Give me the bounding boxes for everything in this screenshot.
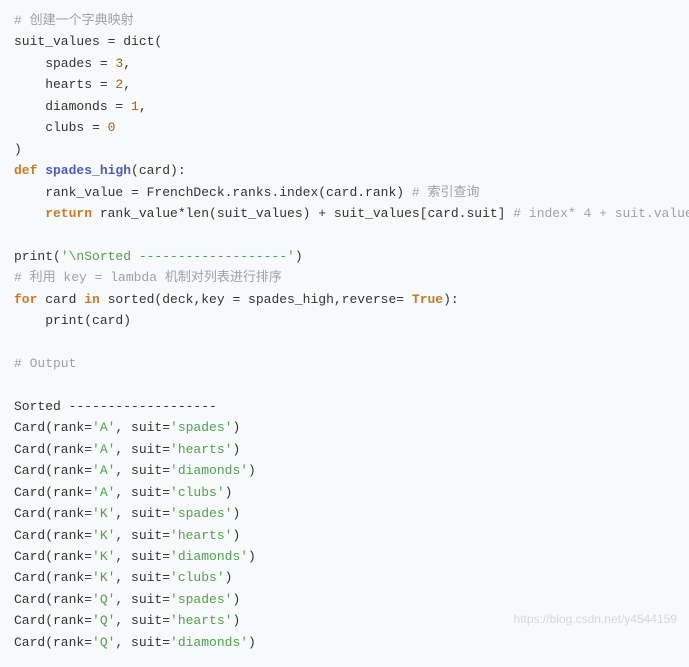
code-block: # 创建一个字典映射 suit_values = dict( spades = … — [0, 0, 689, 640]
output-card-line: Card(rank='Q', suit='hearts') — [14, 613, 240, 628]
function-name: spades_high — [37, 163, 131, 178]
code-line: print(card) — [14, 313, 131, 328]
output-cards: Card(rank='A', suit='spades') Card(rank=… — [14, 420, 256, 649]
string: '\nSorted -------------------' — [61, 249, 295, 264]
output-card-line: Card(rank='Q', suit='spades') — [14, 592, 240, 607]
comment: # Output — [14, 356, 76, 371]
number: 0 — [108, 120, 116, 135]
output-card-line: Card(rank='K', suit='clubs') — [14, 570, 232, 585]
comment: # 利用 key = lambda 机制对列表进行排序 — [14, 270, 282, 285]
code-line: rank_value = FrenchDeck.ranks.index(card… — [14, 185, 412, 200]
keyword-in: in — [84, 292, 100, 307]
code-text: ): — [443, 292, 459, 307]
code-text: , — [123, 56, 131, 71]
output-card-line: Card(rank='K', suit='diamonds') — [14, 549, 256, 564]
number: 1 — [131, 99, 139, 114]
code-pre: # 创建一个字典映射 suit_values = dict( spades = … — [0, 0, 689, 667]
comment: # 索引查询 — [412, 185, 480, 200]
comment: # 创建一个字典映射 — [14, 13, 134, 28]
keyword-def: def — [14, 163, 37, 178]
code-line: clubs = — [14, 120, 108, 135]
code-line: ) — [14, 142, 22, 157]
keyword-return: return — [14, 206, 92, 221]
keyword-true: True — [412, 292, 443, 307]
output-line: Sorted ------------------- — [14, 399, 217, 414]
code-text: , — [123, 77, 131, 92]
output-card-line: Card(rank='A', suit='clubs') — [14, 485, 232, 500]
code-text: print( — [14, 249, 61, 264]
output-card-line: Card(rank='A', suit='diamonds') — [14, 463, 256, 478]
output-card-line: Card(rank='K', suit='hearts') — [14, 528, 240, 543]
code-text: , — [139, 99, 147, 114]
comment: # index* 4 + suit.value — [513, 206, 689, 221]
output-card-line: Card(rank='K', suit='spades') — [14, 506, 240, 521]
code-line: suit_values = dict( — [14, 34, 162, 49]
keyword-for: for — [14, 292, 37, 307]
output-card-line: Card(rank='A', suit='spades') — [14, 420, 240, 435]
output-card-line: Card(rank='A', suit='hearts') — [14, 442, 240, 457]
code-text: card — [37, 292, 84, 307]
output-card-line: Card(rank='Q', suit='diamonds') — [14, 635, 256, 650]
code-line: spades = — [14, 56, 115, 71]
code-line: diamonds = — [14, 99, 131, 114]
code-text: (card): — [131, 163, 186, 178]
code-text: sorted(deck,key = spades_high,reverse= — [100, 292, 412, 307]
code-text: rank_value*len(suit_values) + suit_value… — [92, 206, 513, 221]
code-text: ) — [295, 249, 303, 264]
code-line: hearts = — [14, 77, 115, 92]
